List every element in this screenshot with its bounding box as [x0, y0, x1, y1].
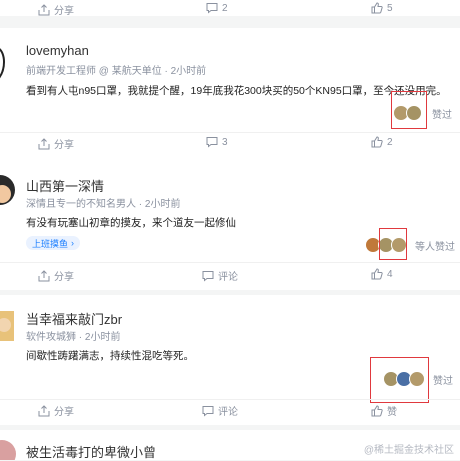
- share-label: 分享: [54, 407, 74, 418]
- comment-icon: [202, 270, 214, 282]
- prev-post-card: 分享 2 5: [0, 0, 460, 17]
- topic-tag[interactable]: 上班摸鱼 ›: [26, 236, 81, 250]
- liked-text: 赞过: [432, 109, 452, 121]
- highlight-box: [391, 91, 427, 129]
- like-label: 赞: [387, 407, 397, 418]
- share-label: 分享: [54, 272, 74, 283]
- liked-text: 等人赞过: [415, 241, 455, 253]
- share-icon: [38, 137, 50, 149]
- comment-button[interactable]: 3: [206, 136, 228, 148]
- share-button[interactable]: 分享: [38, 2, 74, 17]
- topic-tag-label: 上班摸鱼: [32, 238, 69, 249]
- avatar[interactable]: [0, 172, 16, 210]
- comment-button[interactable]: 评论: [202, 268, 238, 283]
- comment-icon: [206, 3, 218, 14]
- highlight-box: [370, 357, 429, 403]
- comment-count: 2: [222, 2, 228, 14]
- username[interactable]: 被生活毒打的卑微小曾: [26, 442, 156, 461]
- share-button[interactable]: 分享: [38, 136, 74, 151]
- highlight-box: [379, 228, 407, 260]
- like-button[interactable]: 5: [371, 2, 393, 14]
- post-content[interactable]: 间歇性踌躇满志，持续性混吃等死。: [26, 348, 194, 363]
- divider: [0, 262, 460, 263]
- avatar[interactable]: [0, 307, 16, 345]
- thumbs-up-icon: [371, 136, 383, 148]
- post-card: lovemyhan 前端开发工程师 @ 某航天单位 · 2小时前 看到有人屯n9…: [0, 28, 460, 160]
- comment-label: 评论: [218, 407, 238, 418]
- user-meta: 软件攻城狮 · 2小时前: [26, 332, 121, 343]
- share-button[interactable]: 分享: [38, 403, 74, 418]
- thumbs-up-icon: [371, 268, 383, 280]
- comment-label: 评论: [218, 272, 238, 283]
- share-icon: [38, 3, 50, 15]
- like-count: 4: [387, 268, 393, 280]
- thumbs-up-icon: [371, 404, 383, 416]
- thumbs-up-icon: [371, 2, 383, 14]
- like-button[interactable]: 赞: [371, 403, 397, 418]
- divider: [0, 399, 460, 400]
- username[interactable]: 当幸福来敲门zbr: [26, 309, 122, 328]
- comment-count: 3: [222, 136, 228, 148]
- avatar[interactable]: [0, 438, 16, 460]
- comment-button[interactable]: 2: [206, 2, 228, 14]
- username[interactable]: lovemyhan: [26, 43, 89, 58]
- post-content[interactable]: 看到有人屯n95口罩，我就提个醒，19年底我花300块买的50个KN95口罩，至…: [26, 83, 447, 98]
- like-button[interactable]: 4: [371, 268, 393, 280]
- liked-text: 赞过: [433, 375, 453, 387]
- comment-icon: [202, 405, 214, 417]
- comment-button[interactable]: 评论: [202, 403, 238, 418]
- comment-icon: [206, 137, 218, 148]
- chevron-right-icon: ›: [71, 238, 75, 248]
- post-content[interactable]: 有没有玩塞山初章的摸友，来个道友一起修仙: [26, 215, 236, 230]
- username[interactable]: 山西第一深情: [26, 176, 104, 195]
- share-icon: [38, 404, 50, 416]
- post-card: 山西第一深情 深情且专一的不知名男人 · 2小时前 有没有玩塞山初章的摸友，来个…: [0, 160, 460, 290]
- avatar[interactable]: [0, 42, 16, 80]
- post-card: 当幸福来敲门zbr 软件攻城狮 · 2小时前 间歇性踌躇满志，持续性混吃等死。 …: [0, 295, 460, 425]
- share-label: 分享: [54, 140, 74, 151]
- user-meta: 前端开发工程师 @ 某航天单位 · 2小时前: [26, 66, 207, 77]
- user-meta: 深情且专一的不知名男人 · 2小时前: [26, 199, 181, 210]
- like-count: 5: [387, 2, 393, 14]
- like-count: 2: [387, 136, 393, 148]
- share-label: 分享: [54, 6, 74, 17]
- share-button[interactable]: 分享: [38, 268, 74, 283]
- share-icon: [38, 269, 50, 281]
- watermark: @稀土掘金技术社区: [363, 445, 454, 456]
- like-button[interactable]: 2: [371, 136, 393, 148]
- divider: [0, 132, 460, 133]
